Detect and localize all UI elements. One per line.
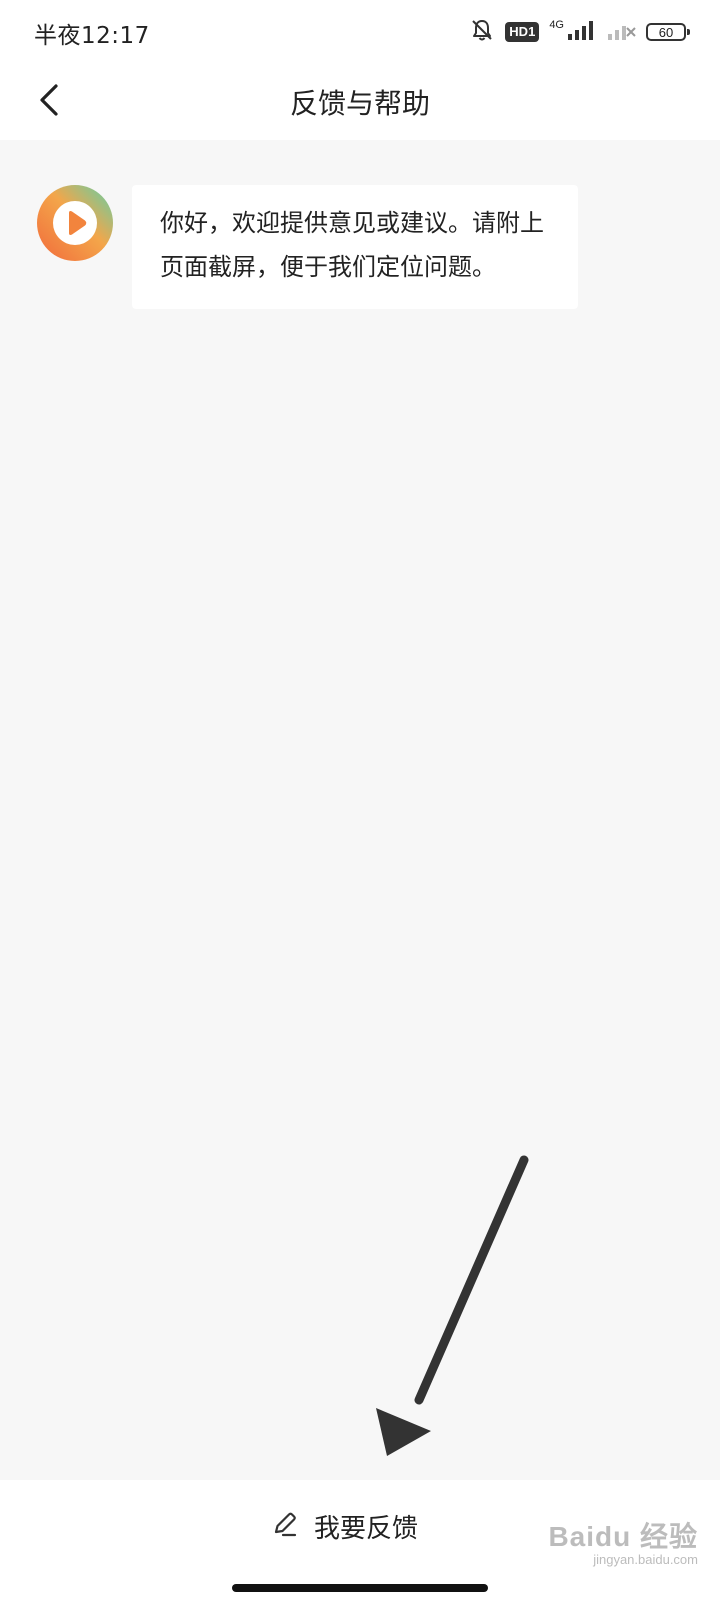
status-bar: 半夜12:17 HD1 4G 60 <box>0 0 720 64</box>
pencil-icon <box>270 1509 300 1543</box>
watermark-logo: Baidu 经验 <box>548 1521 698 1552</box>
network-type-label: 4G <box>549 19 564 31</box>
feedback-button[interactable]: 我要反馈 <box>270 1498 418 1554</box>
chat-area[interactable]: 你好，欢迎提供意见或建议。请附上页面截屏，便于我们定位问题。 <box>0 140 720 1480</box>
page-title: 反馈与帮助 <box>289 87 430 120</box>
signal-strength-icon <box>566 19 596 45</box>
hd-badge: HD1 <box>505 22 540 42</box>
watermark-url: jingyan.baidu.com <box>593 1552 698 1567</box>
bot-message-bubble: 你好，欢迎提供意见或建议。请附上页面截屏，便于我们定位问题。 <box>132 185 578 309</box>
play-logo-icon <box>37 185 113 261</box>
signal-no-service-icon <box>606 19 636 45</box>
battery-indicator: 60 <box>646 23 690 41</box>
bell-off-icon <box>469 17 495 47</box>
feedback-button-label: 我要反馈 <box>314 1513 419 1544</box>
avatar <box>36 184 114 262</box>
watermark: Baidu 经验 jingyan.baidu.com <box>548 1522 698 1568</box>
status-time: 半夜12:17 <box>34 23 150 49</box>
status-icons: HD1 4G 60 <box>469 14 690 50</box>
home-indicator[interactable] <box>232 1584 488 1592</box>
feedback-help-screen: 半夜12:17 HD1 4G 60 反馈与帮助 你好，欢迎提供意见或建议。请附上… <box>0 0 720 1600</box>
nav-bar: 反馈与帮助 <box>0 64 720 140</box>
